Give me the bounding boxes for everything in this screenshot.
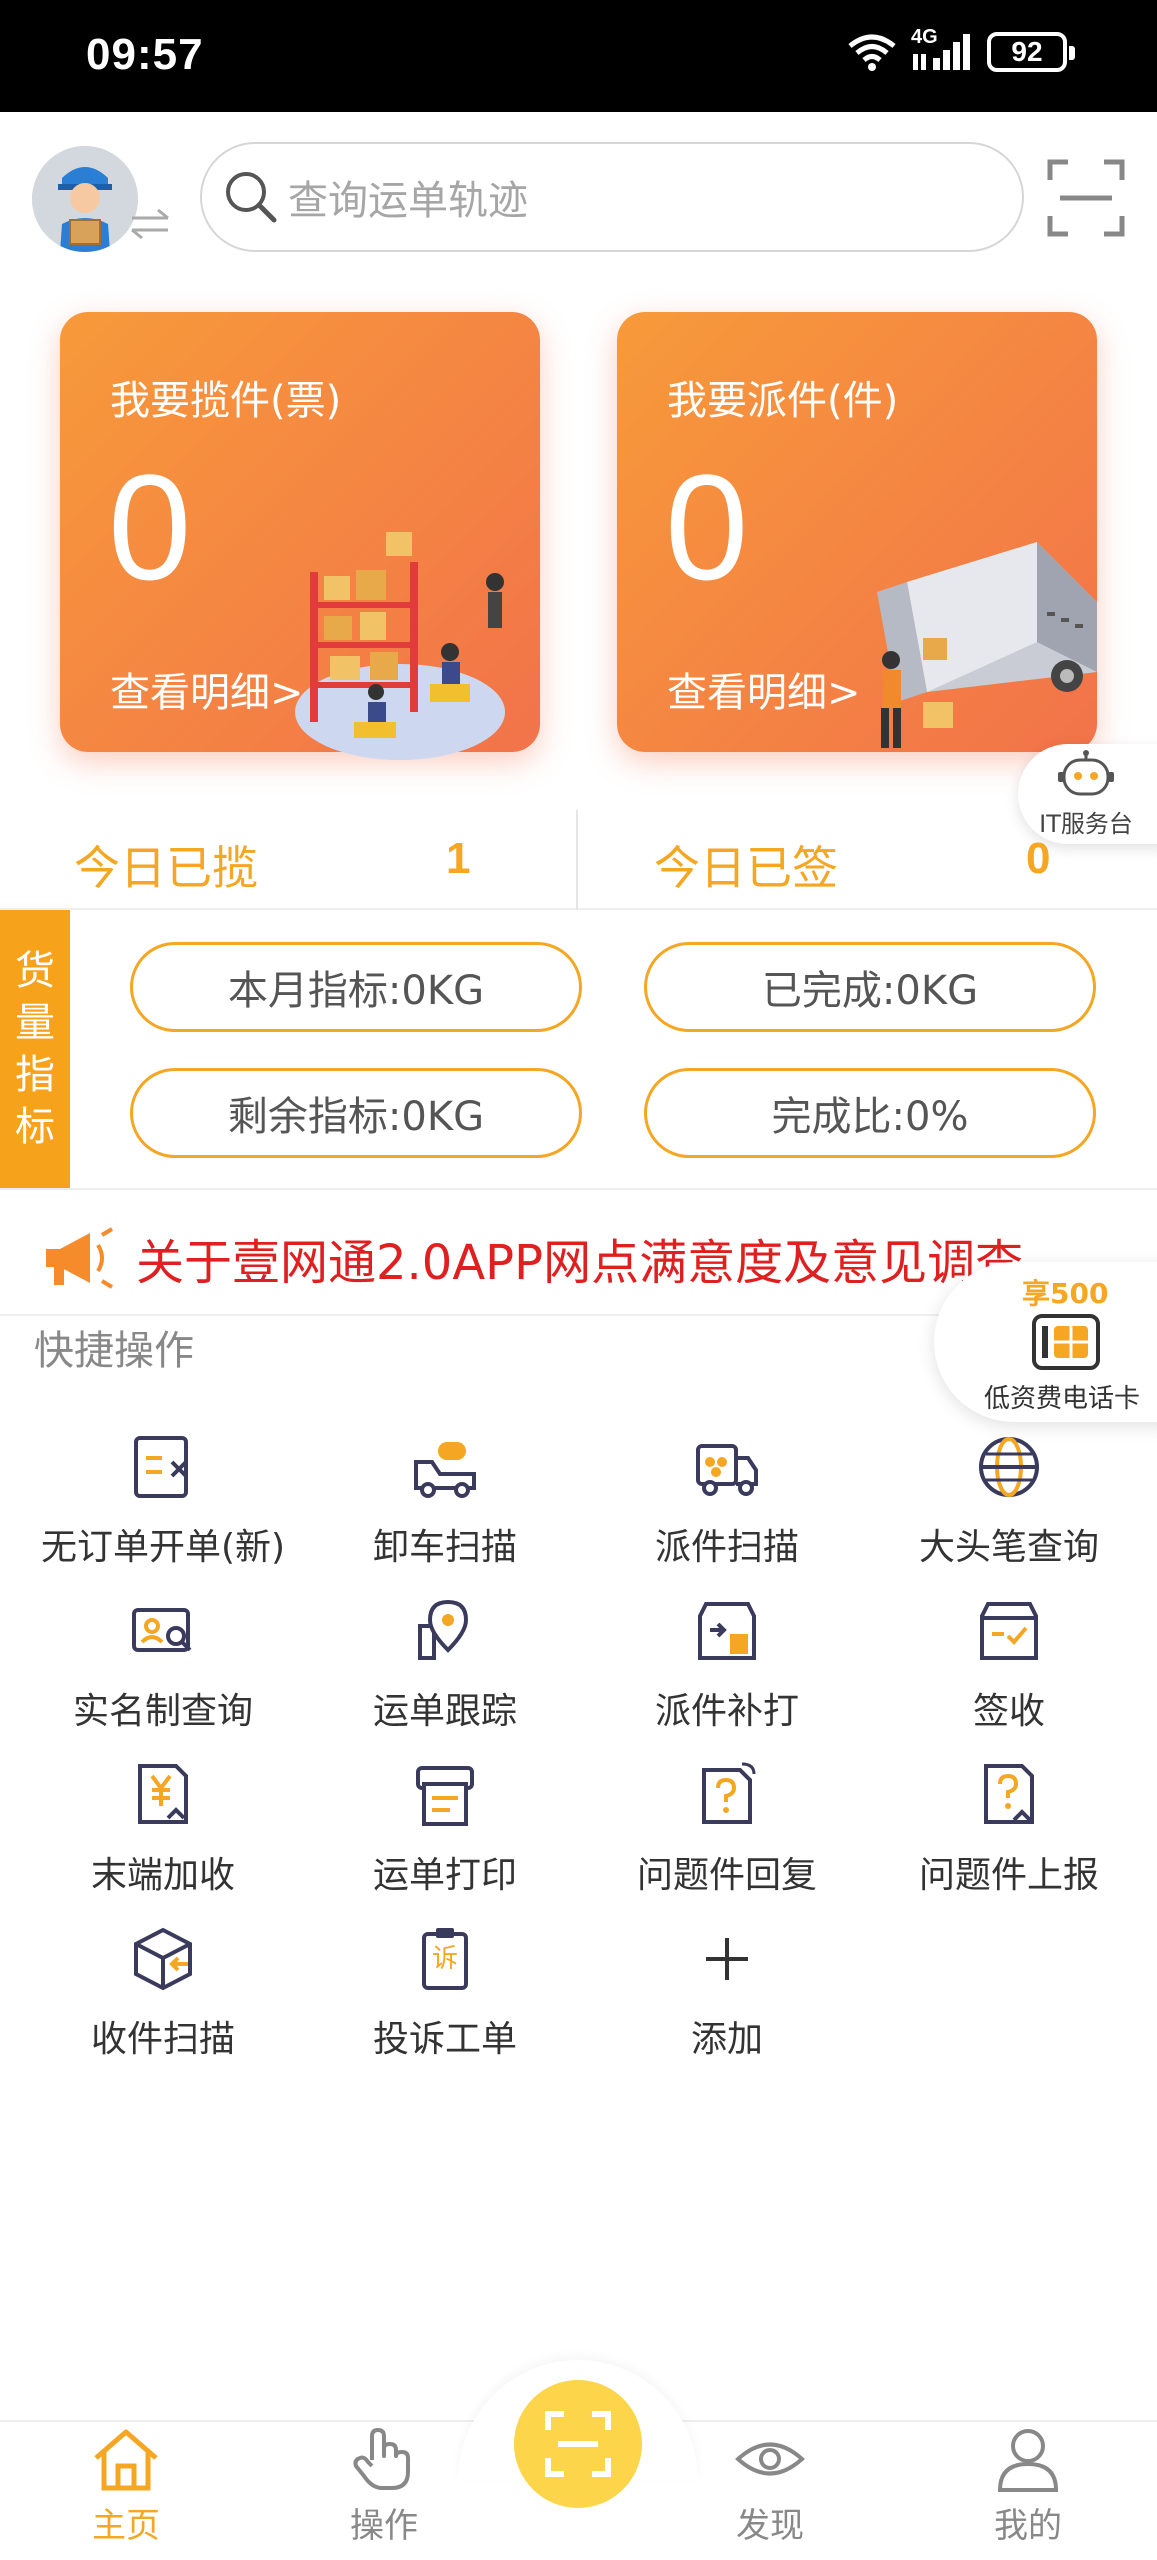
home-icon: [94, 2429, 158, 2491]
quick-complaint-ticket[interactable]: 诉 投诉工单: [304, 1924, 586, 2074]
collect-card[interactable]: 我要揽件(票) 0 查看明细>: [60, 312, 540, 760]
completed-pill: 已完成:0KG: [644, 942, 1096, 1032]
nav-scan-button[interactable]: [514, 2380, 642, 2508]
yuan-doc-icon: [128, 1760, 198, 1830]
tap-hand-icon: [353, 2428, 410, 2490]
search-icon: [226, 172, 277, 223]
no-order-icon: [128, 1432, 198, 1502]
status-time: 09:57: [86, 30, 204, 79]
phone-card-promo[interactable]: 享500 低资费电话卡: [934, 1262, 1157, 1422]
printer-icon: [410, 1760, 480, 1830]
nav-home[interactable]: 主页: [46, 2426, 206, 2547]
quick-no-order-billing[interactable]: 无订单开单(新): [22, 1432, 304, 1582]
quick-delivery-scan[interactable]: 派件扫描: [586, 1432, 868, 1582]
globe-icon: [974, 1432, 1044, 1502]
quick-problem-report[interactable]: 问题件上报: [868, 1760, 1150, 1910]
quick-big-pen-query[interactable]: 大头笔查询: [868, 1432, 1150, 1582]
quick-sign-receive[interactable]: 签收: [868, 1596, 1150, 1746]
waybill-search-input[interactable]: 查询运单轨迹: [200, 142, 1024, 252]
deliver-card-title: 我要派件(件): [667, 378, 899, 424]
collect-card-count: 0: [108, 443, 192, 611]
status-bar: 09:57 4G 92: [0, 0, 1157, 112]
sim-card-icon: [1032, 1314, 1100, 1370]
announcement-text: 关于壹网通2.0APP网点满意度及意见调查: [136, 1235, 1024, 1291]
wifi-icon: [848, 34, 896, 71]
avatar[interactable]: [32, 146, 138, 252]
cellular-signal-icon: 4G: [911, 26, 973, 72]
quick-problem-reply[interactable]: 问题件回复: [586, 1760, 868, 1910]
today-divider: [576, 810, 578, 910]
battery-indicator: 92: [987, 32, 1075, 72]
scan-icon[interactable]: [1046, 158, 1126, 238]
id-card-search-icon: [128, 1596, 198, 1666]
search-placeholder: 查询运单轨迹: [288, 178, 528, 224]
delivery-truck-icon: [692, 1432, 762, 1502]
cargo-indicator-tab: 货 量 指 标: [0, 910, 70, 1188]
quick-waybill-print[interactable]: 运单打印: [304, 1760, 586, 1910]
quick-terminal-surcharge[interactable]: 末端加收: [22, 1760, 304, 1910]
unload-truck-icon: [410, 1432, 480, 1502]
quick-realname-query[interactable]: 实名制查询: [22, 1596, 304, 1746]
eye-icon: [735, 2442, 805, 2476]
deliver-card-detail-link[interactable]: 查看明细>: [667, 660, 861, 718]
robot-icon: [1058, 749, 1114, 795]
warehouse-illustration: [295, 532, 505, 760]
collect-card-title: 我要揽件(票): [110, 378, 342, 424]
quick-add[interactable]: 添加: [586, 1924, 868, 2074]
reprint-box-icon: [692, 1596, 762, 1666]
nav-mine[interactable]: 我的: [948, 2426, 1108, 2547]
question-upload-icon: [974, 1760, 1044, 1830]
quick-unload-scan[interactable]: 卸车扫描: [304, 1432, 586, 1582]
nav-discover[interactable]: 发现: [690, 2426, 850, 2547]
deliver-card-count: 0: [665, 443, 749, 611]
today-collected-value: 1: [446, 834, 471, 883]
collect-card-detail-link[interactable]: 查看明细>: [110, 660, 304, 718]
phone-card-promo-text: 享500: [1022, 1277, 1109, 1310]
remaining-target-pill: 剩余指标:0KG: [130, 1068, 582, 1158]
completion-ratio-pill: 完成比:0%: [644, 1068, 1096, 1158]
sign-box-icon: [974, 1596, 1044, 1666]
package-in-icon: [128, 1924, 198, 1994]
location-pin-icon: [410, 1596, 480, 1666]
today-collected-label: 今日已揽: [74, 841, 258, 895]
question-reply-icon: [692, 1760, 762, 1830]
today-stats: 今日已揽 1 今日已签 0: [0, 806, 1157, 910]
complaint-clipboard-icon: 诉: [410, 1924, 480, 1994]
plus-icon: [692, 1924, 762, 1994]
scan-icon: [545, 2411, 611, 2477]
deliver-card[interactable]: 我要派件(件) 0 查看明细>: [617, 312, 1097, 752]
quick-pickup-scan[interactable]: 收件扫描: [22, 1924, 304, 2074]
nav-operations[interactable]: 操作: [304, 2426, 464, 2547]
user-icon: [997, 2429, 1059, 2492]
monthly-target-pill: 本月指标:0KG: [130, 942, 582, 1032]
megaphone-icon: [46, 1227, 114, 1289]
today-signed-label: 今日已签: [654, 841, 838, 895]
today-signed-value: 0: [1026, 834, 1051, 883]
quick-waybill-tracking[interactable]: 运单跟踪: [304, 1596, 586, 1746]
announcement-bar[interactable]: 关于壹网通2.0APP网点满意度及意见调查: [40, 1218, 1040, 1298]
quick-delivery-reprint[interactable]: 派件补打: [586, 1596, 868, 1746]
quick-actions-title: 快捷操作: [34, 1328, 194, 1374]
phone-card-label: 低资费电话卡: [984, 1384, 1141, 1414]
swap-icon[interactable]: [128, 206, 172, 240]
